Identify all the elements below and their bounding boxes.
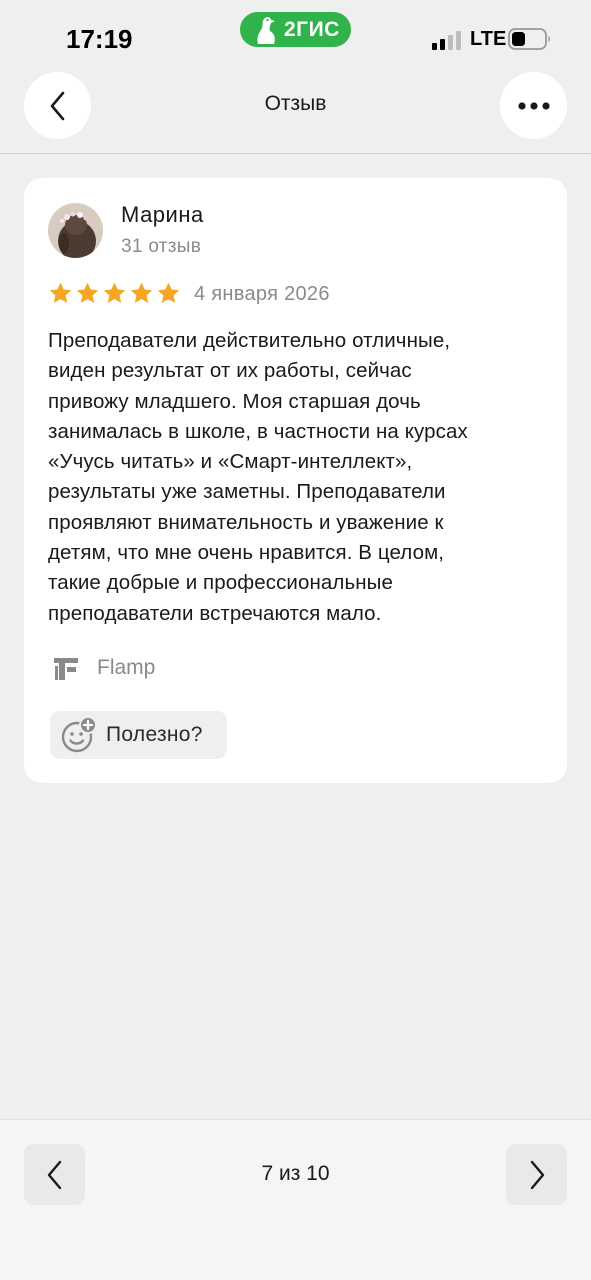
star-icon	[130, 282, 153, 303]
review-date: 4 января 2026	[194, 283, 330, 305]
flamp-logo-icon	[54, 658, 78, 680]
review-card: Марина 31 отзыв 4 января 2026 Преподават…	[24, 178, 567, 783]
rating-stars	[48, 281, 181, 306]
review-text: Преподаватели действительно отличные, ви…	[48, 329, 468, 625]
pager-label: 7 из 10	[261, 1162, 330, 1185]
status-time: 17:19	[66, 24, 133, 54]
star-icon	[49, 282, 72, 303]
carrier-label: LTE	[470, 28, 507, 50]
battery-icon	[508, 28, 550, 50]
star-icon	[103, 282, 126, 303]
next-review-button[interactable]	[506, 1144, 567, 1205]
author-name: Марина	[121, 202, 204, 227]
star-icon	[76, 282, 99, 303]
smile-plus-icon	[61, 716, 97, 753]
signal-icon	[432, 31, 461, 50]
useful-label: Полезно?	[106, 723, 203, 746]
useful-button[interactable]: Полезно?	[50, 711, 227, 759]
pager-bar: 7 из 10	[0, 1119, 591, 1280]
source-label: Flamp	[97, 656, 156, 679]
author-review-count: 31 отзыв	[121, 236, 202, 257]
more-horizontal-icon	[517, 101, 550, 110]
avatar[interactable]	[48, 203, 103, 258]
brand-pill[interactable]: 2ГИС	[240, 12, 351, 47]
more-button[interactable]	[500, 72, 567, 139]
status-bar: 17:19 2ГИС LTE	[0, 0, 591, 70]
header: Отзыв	[0, 70, 591, 154]
chevron-right-icon	[530, 1160, 544, 1189]
brand-name: 2ГИС	[284, 17, 340, 41]
review-source: Flamp	[51, 654, 155, 682]
goose-logo-icon	[257, 16, 275, 44]
avatar-image	[48, 203, 103, 258]
star-icon	[157, 282, 180, 303]
